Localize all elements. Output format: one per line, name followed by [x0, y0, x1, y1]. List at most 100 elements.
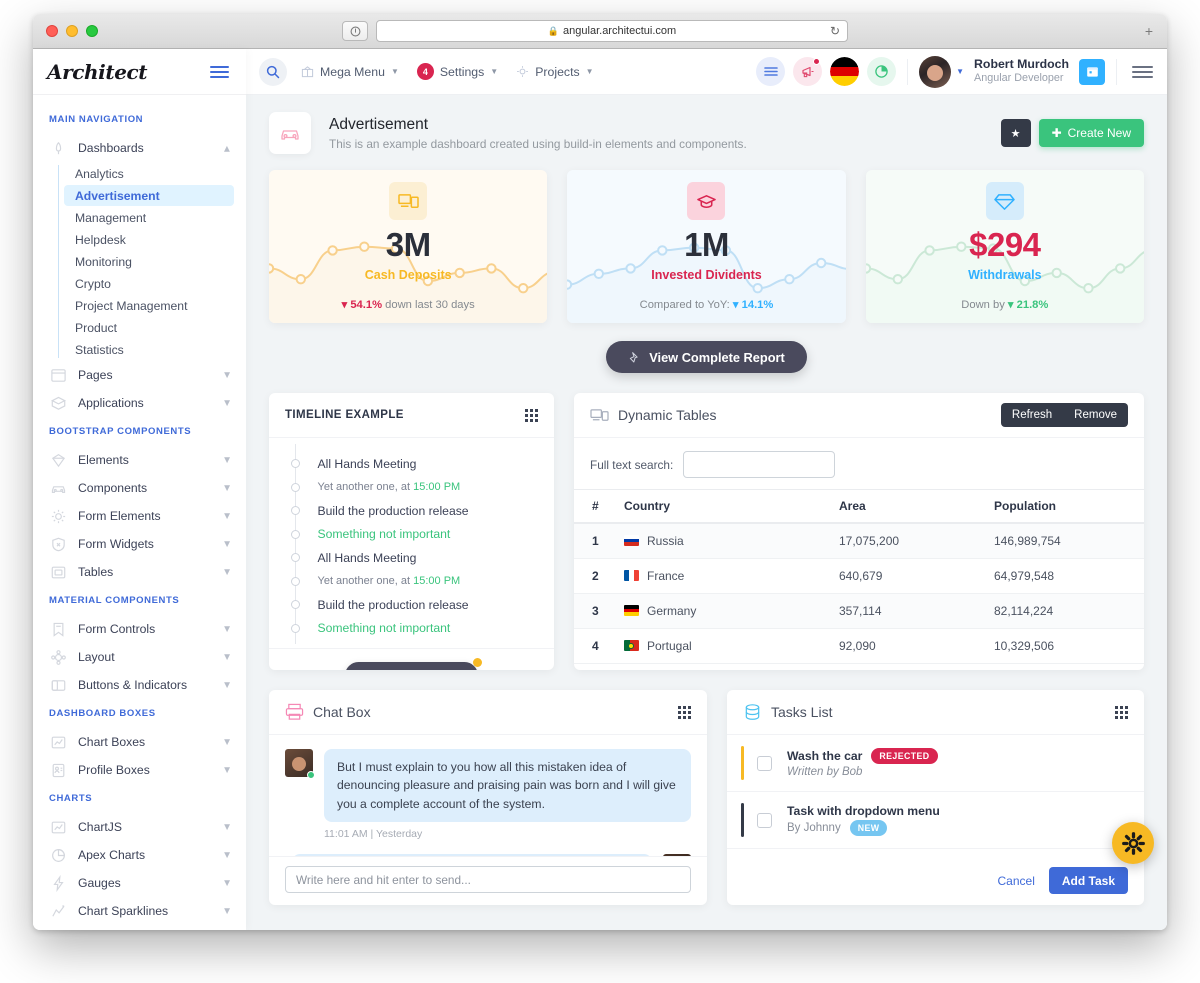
sidebar-item-elements[interactable]: Elements ▼ — [33, 446, 246, 474]
shield-toggle-button[interactable] — [342, 21, 368, 41]
sidebar-item-advertisement[interactable]: Advertisement — [64, 185, 234, 206]
sidebar-item-chartjs[interactable]: ChartJS ▼ — [33, 813, 246, 841]
stat-card-cash-deposits[interactable]: 3M Cash Deposits ▾ 54.1% down last 30 days — [269, 170, 548, 323]
sidebar-item-dashboards[interactable]: Dashboards ▼ — [33, 134, 246, 162]
close-window-button[interactable] — [46, 25, 58, 37]
topbar-menu-projects[interactable]: Projects ▼ — [516, 65, 594, 79]
sidebar-item-buttons-indicators[interactable]: Buttons & Indicators ▼ — [33, 671, 246, 699]
topbar-menu-mega-menu[interactable]: Mega Menu ▼ — [301, 65, 399, 79]
avatar — [285, 749, 315, 779]
pie-chart-icon[interactable] — [867, 57, 897, 86]
table-row[interactable]: 4 Portugal 92,090 10,329,506 — [574, 628, 1144, 664]
address-bar[interactable]: 🔒 angular.architectui.com ↻ — [376, 20, 848, 42]
task-content: Task with dropdown menu By Johnny NEW — [787, 804, 1128, 836]
sidebar-item-crypto[interactable]: Crypto — [64, 273, 234, 294]
sidebar-item-monitoring[interactable]: Monitoring — [64, 251, 234, 272]
stat-change: ▾ 21.8% — [1007, 299, 1049, 311]
megaphone-icon[interactable] — [793, 57, 823, 86]
timeline-item[interactable]: Build the production release — [269, 499, 554, 523]
chat-timestamp: 11:01 AM | Yesterday — [324, 827, 423, 840]
sidebar-item-analytics[interactable]: Analytics — [64, 163, 234, 184]
task-item[interactable]: Task with dropdown menu By Johnny NEW — [727, 792, 1144, 849]
sidebar-nav[interactable]: MAIN NAVIGATION Dashboards ▼ Analytics Adver… — [33, 95, 246, 930]
maximize-window-button[interactable] — [86, 25, 98, 37]
sidebar-item-label: ChartJS — [78, 820, 123, 834]
sidebar-item-applications[interactable]: Applications ▼ — [33, 389, 246, 417]
sidebar-item-helpdesk[interactable]: Helpdesk — [64, 229, 234, 250]
timeline-item[interactable]: Yet another one, at 15:00 PM — [269, 570, 554, 594]
devices-icon — [590, 407, 609, 424]
cancel-button[interactable]: Cancel — [998, 874, 1035, 888]
database-icon — [743, 703, 762, 722]
gear-icon — [49, 507, 68, 526]
search-icon[interactable] — [259, 57, 287, 86]
list-icon[interactable] — [756, 57, 786, 86]
chevron-down-icon[interactable]: ▼ — [956, 67, 964, 76]
sidebar-item-profile-boxes[interactable]: Profile Boxes ▼ — [33, 756, 246, 784]
create-new-button[interactable]: ✚ Create New — [1038, 119, 1144, 147]
sidebar-item-project-management[interactable]: Project Management — [64, 295, 234, 316]
sidebar-item-pages[interactable]: Pages ▼ — [33, 361, 246, 389]
gear-icon[interactable] — [1112, 822, 1154, 864]
sidebar-item-product[interactable]: Product — [64, 317, 234, 338]
sidebar-item-tables[interactable]: Tables ▼ — [33, 558, 246, 586]
topbar-menu-settings[interactable]: 4 Settings ▼ — [416, 63, 499, 80]
window-controls[interactable] — [46, 25, 98, 37]
star-icon[interactable]: ★ — [1000, 119, 1031, 147]
timeline-item[interactable]: Build the production release — [269, 593, 554, 617]
full-text-search-input[interactable] — [683, 451, 836, 478]
sidebar-item-apex-charts[interactable]: Apex Charts ▼ — [33, 841, 246, 869]
calendar-icon[interactable] — [1079, 58, 1105, 85]
sidebar-item-statistics[interactable]: Statistics — [64, 339, 234, 360]
chevron-down-icon: ▼ — [490, 67, 499, 76]
pie-icon — [52, 848, 65, 862]
chevron-down-icon: ▼ — [222, 651, 232, 663]
new-tab-button[interactable]: + — [1145, 23, 1153, 39]
sidebar-item-form-elements[interactable]: Form Elements ▼ — [33, 502, 246, 530]
reload-icon[interactable]: ↻ — [830, 24, 840, 38]
task-item[interactable]: Badge on the right taskThis task has sho… — [727, 849, 1144, 856]
stat-card-withdrawals[interactable]: $294 Withdrawals Down by ▾ 21.8% — [865, 170, 1144, 323]
table-row[interactable]: 1 Russia 17,075,200 146,989,754 — [574, 523, 1144, 559]
page-header: Advertisement This is an example dashboa… — [246, 95, 1167, 170]
task-badge: REJECTED — [871, 748, 938, 764]
sidebar-item-components[interactable]: Components ▼ — [33, 474, 246, 502]
avatar[interactable] — [919, 55, 952, 88]
cell-area: 640,679 — [831, 558, 986, 594]
grid-dots-icon[interactable] — [678, 705, 691, 719]
sidebar-collapse-button[interactable] — [210, 65, 229, 78]
stat-card-invested-dividents[interactable]: 1M Invested Dividents Compared to YoY: ▾ 1… — [567, 170, 846, 323]
task-checkbox[interactable] — [757, 755, 772, 771]
timeline-item[interactable]: Something not important — [269, 523, 554, 547]
sidebar-item-form-controls[interactable]: Form Controls ▼ — [33, 615, 246, 643]
task-title: Task with dropdown menu — [787, 804, 940, 818]
add-task-button[interactable]: Add Task — [1048, 867, 1128, 894]
view-all-messages-button[interactable]: View All Messages — [345, 657, 482, 670]
browser-window: 🔒 angular.architectui.com ↻ + Architect … — [33, 14, 1167, 930]
sidebar-item-label: Layout — [78, 650, 115, 664]
table-row[interactable]: 2 France 640,679 64,979,548 — [574, 558, 1144, 594]
sidebar-item-chart-sparklines[interactable]: Chart Sparklines ▼ — [33, 897, 246, 925]
sidebar-item-chart-boxes[interactable]: Chart Boxes ▼ — [33, 728, 246, 756]
minimize-window-button[interactable] — [66, 25, 78, 37]
timeline-item[interactable]: All Hands Meeting — [269, 546, 554, 570]
remove-button[interactable]: Remove — [1063, 403, 1128, 427]
grid-dots-icon[interactable] — [525, 408, 538, 422]
task-item[interactable]: Wash the car REJECTED Written by Bob — [727, 735, 1144, 792]
refresh-button[interactable]: Refresh — [1001, 403, 1063, 427]
sidebar-item-gauges[interactable]: Gauges ▼ — [33, 869, 246, 897]
table-pagination-row: «1234» 4 items per page ▲▼ — [574, 664, 1144, 670]
chat-input[interactable]: Write here and hit enter to send... — [285, 866, 691, 893]
sidebar-item-management[interactable]: Management — [64, 207, 234, 228]
timeline-item[interactable]: All Hands Meeting — [269, 452, 554, 476]
sidebar-item-layout[interactable]: Layout ▼ — [33, 643, 246, 671]
timeline-item[interactable]: Yet another one, at 15:00 PM — [269, 476, 554, 500]
task-checkbox[interactable] — [757, 812, 772, 828]
flag-germany-icon[interactable] — [830, 57, 860, 86]
hamburger-icon[interactable] — [1132, 65, 1153, 78]
timeline-item[interactable]: Something not important — [269, 617, 554, 641]
table-row[interactable]: 3 Germany 357,114 82,114,224 — [574, 593, 1144, 629]
grid-dots-icon[interactable] — [1115, 705, 1128, 719]
sidebar-item-form-widgets[interactable]: Form Widgets ▼ — [33, 530, 246, 558]
view-complete-report-button[interactable]: View Complete Report — [606, 341, 807, 373]
